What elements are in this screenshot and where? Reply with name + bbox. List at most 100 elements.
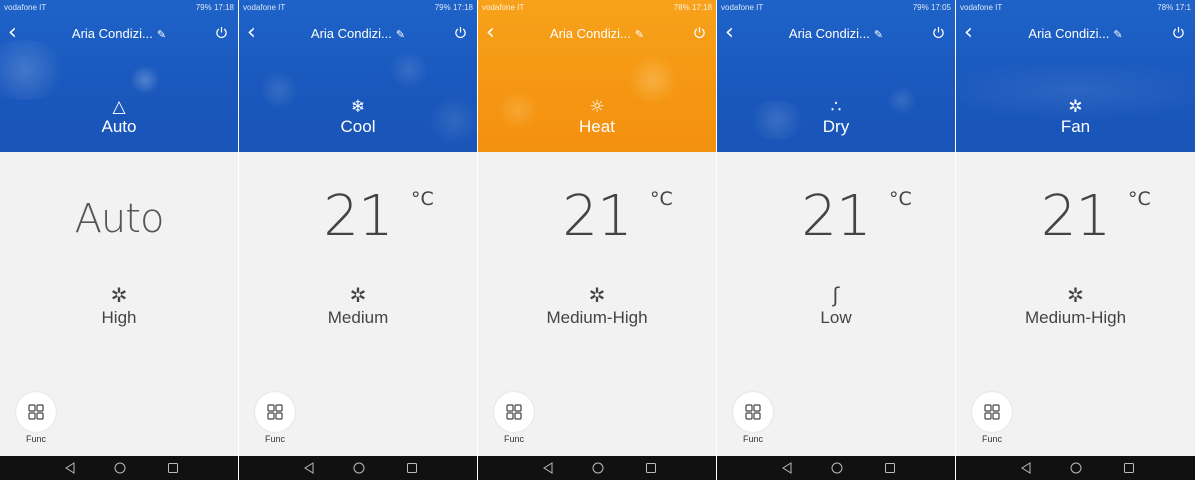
temperature-display: Auto [74,196,165,242]
fan-icon: ✲ [588,283,606,307]
mode-header: vodafone IT 78% 17:18 ‹ Aria Condizi... ✎… [478,0,716,152]
triangle-back-icon[interactable] [781,462,793,474]
status-right-text: 79% 17:18 [434,3,473,12]
circle-home-icon[interactable] [1070,462,1082,474]
carrier-text: vodafone IT [960,3,1003,12]
fan-speed-label[interactable]: Medium-High [478,308,716,328]
app-screen-dry: vodafone IT 79% 17:05 ‹ Aria Condizi... ✎… [717,0,956,480]
grid-icon [506,404,522,420]
grid-icon [745,404,761,420]
device-title-text: Aria Condizi... [788,26,870,41]
func-label: Func [503,434,524,444]
func-button[interactable] [255,392,295,432]
status-right-text: 78% 17:18 [673,3,712,12]
mode-label[interactable]: Fan [956,117,1195,137]
square-recents-icon[interactable] [884,462,896,474]
square-recents-icon[interactable] [406,462,418,474]
snowflake-icon: ❄ [350,97,366,117]
fan-icon: ✲ [349,283,367,307]
circle-home-icon[interactable] [831,462,843,474]
device-title[interactable]: Aria Condizi... ✎ [0,26,238,41]
device-title-text: Aria Condizi... [71,26,153,41]
pencil-icon[interactable]: ✎ [396,28,405,41]
status-bar: vodafone IT 79% 17:18 [239,0,477,14]
device-title[interactable]: Aria Condizi... ✎ [478,26,716,41]
fan-icon: ✲ [1068,97,1083,117]
fan-speed-label[interactable]: Low [717,308,955,328]
mode-header: vodafone IT 79% 17:18 ‹ Aria Condizi... ✎… [239,0,477,152]
triangle-back-icon[interactable] [542,462,554,474]
app-screen-auto: vodafone IT 79% 17:18 ‹ Aria Condizi... ✎… [0,0,239,480]
temperature-unit: °C [650,188,673,210]
carrier-text: vodafone IT [243,3,286,12]
temperature-display: 21 [323,184,393,249]
mode-header: vodafone IT 79% 17:18 ‹ Aria Condizi... ✎… [0,0,238,152]
circle-home-icon[interactable] [592,462,604,474]
temperature-unit: °C [411,188,434,210]
triangle-back-icon[interactable] [1020,462,1032,474]
status-bar: vodafone IT 78% 17:1 [956,0,1195,14]
func-label: Func [981,434,1002,444]
triangle-back-icon[interactable] [64,462,76,474]
status-right-text: 78% 17:1 [1157,3,1191,12]
mode-label[interactable]: Heat [478,117,716,137]
status-right-text: 79% 17:05 [912,3,951,12]
pencil-icon[interactable]: ✎ [1113,28,1122,41]
android-nav-bar [239,456,477,480]
status-right-text: 79% 17:18 [195,3,234,12]
mode-header: vodafone IT 79% 17:05 ‹ Aria Condizi... ✎… [717,0,955,152]
temperature-display: 21 [801,184,871,249]
triangle-back-icon[interactable] [303,462,315,474]
auto-mode-icon: △ [112,97,126,117]
power-icon[interactable] [215,26,228,39]
func-button[interactable] [494,392,534,432]
app-screen-fan: vodafone IT 78% 17:1 ‹ Aria Condizi... ✎ … [956,0,1195,480]
func-label: Func [25,434,46,444]
power-icon[interactable] [454,26,467,39]
func-button[interactable] [733,392,773,432]
square-recents-icon[interactable] [167,462,179,474]
pencil-icon[interactable]: ✎ [635,28,644,41]
device-title[interactable]: Aria Condizi... ✎ [239,26,477,41]
device-title-text: Aria Condizi... [1028,26,1110,41]
circle-home-icon[interactable] [114,462,126,474]
func-button[interactable] [972,392,1012,432]
circle-home-icon[interactable] [353,462,365,474]
pencil-icon[interactable]: ✎ [157,28,166,41]
power-icon[interactable] [693,26,706,39]
mode-label[interactable]: Cool [239,117,477,137]
fan-speed-label[interactable]: Medium [239,308,477,328]
temperature-unit: °C [889,188,912,210]
func-label: Func [742,434,763,444]
power-icon[interactable] [932,26,945,39]
power-icon[interactable] [1172,26,1185,39]
grid-icon [267,404,283,420]
screenshot-strip: vodafone IT 79% 17:18 ‹ Aria Condizi... ✎… [0,0,1195,480]
func-button[interactable] [16,392,56,432]
fan-speed-label[interactable]: Medium-High [956,308,1195,328]
mode-label[interactable]: Auto [0,117,238,137]
fan-icon: ✲ [110,283,128,307]
device-title[interactable]: Aria Condizi... ✎ [717,26,955,41]
app-screen-heat: vodafone IT 78% 17:18 ‹ Aria Condizi... ✎… [478,0,717,480]
fan-low-icon: ʃ [832,283,840,307]
sun-icon: ☼ [589,97,605,117]
app-screen-cool: vodafone IT 79% 17:18 ‹ Aria Condizi... ✎… [239,0,478,480]
android-nav-bar [478,456,716,480]
mode-label[interactable]: Dry [717,117,955,137]
fan-speed-label[interactable]: High [0,308,238,328]
device-title-text: Aria Condizi... [549,26,631,41]
grid-icon [984,404,1000,420]
pencil-icon[interactable]: ✎ [874,28,883,41]
square-recents-icon[interactable] [645,462,657,474]
status-bar: vodafone IT 79% 17:05 [717,0,955,14]
device-title[interactable]: Aria Condizi... ✎ [956,26,1195,41]
func-label: Func [264,434,285,444]
carrier-text: vodafone IT [482,3,525,12]
device-title-text: Aria Condizi... [310,26,392,41]
temperature-display: 21 [1040,184,1111,249]
status-bar: vodafone IT 78% 17:18 [478,0,716,14]
carrier-text: vodafone IT [721,3,764,12]
square-recents-icon[interactable] [1123,462,1135,474]
droplets-icon: ∴ [830,97,842,117]
